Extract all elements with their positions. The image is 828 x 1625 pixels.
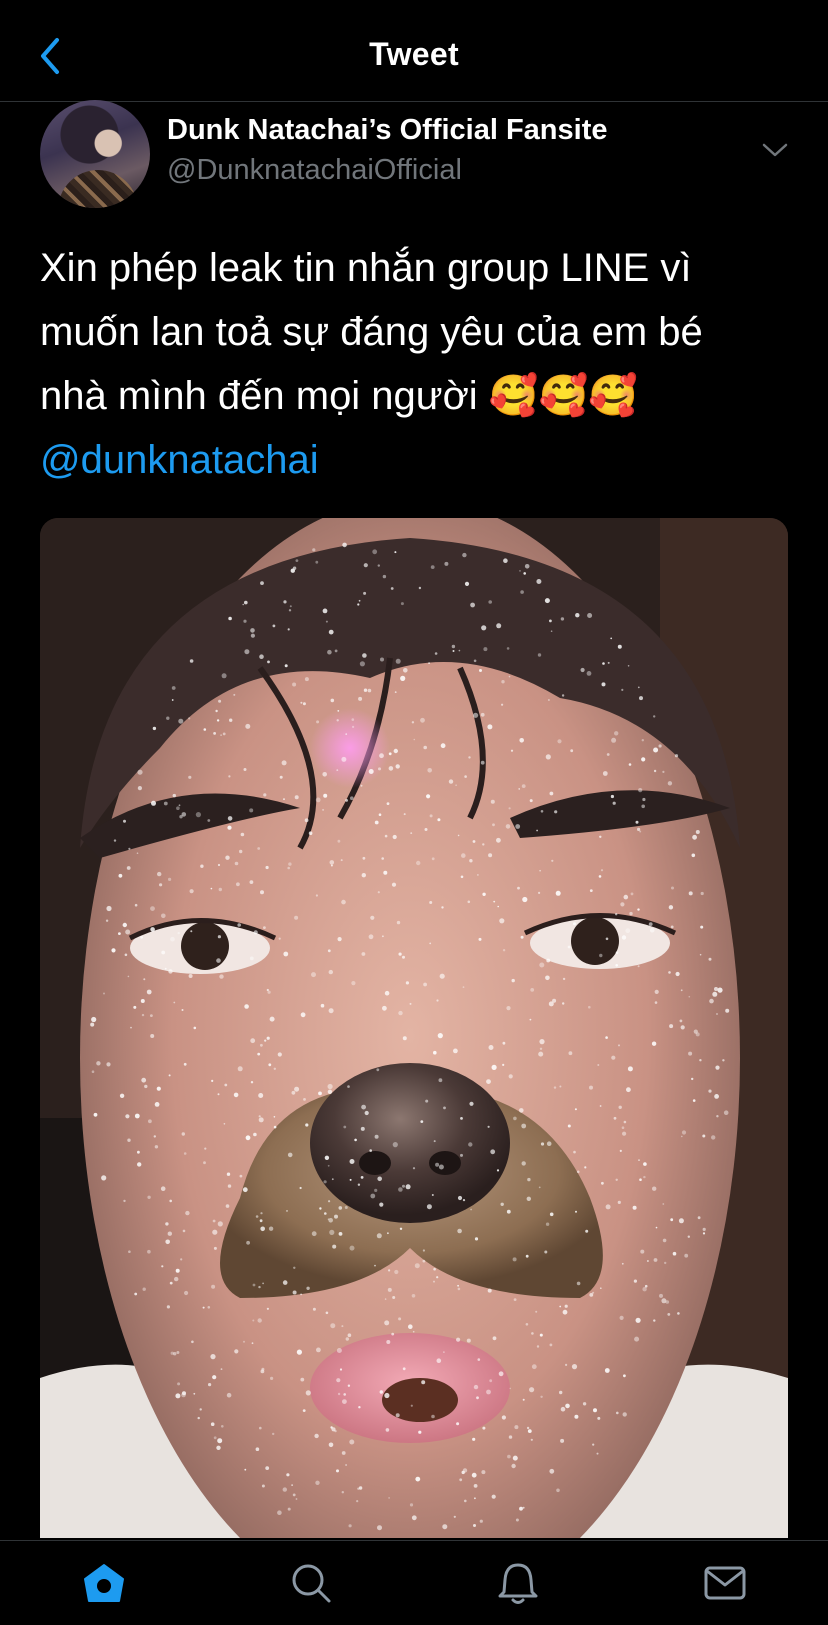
author-name[interactable]: Dunk Natachai’s Official Fansite: [167, 114, 608, 147]
tweet-text-line: muốn lan toả sự đáng yêu của em bé: [40, 310, 703, 354]
messages-icon: [704, 1566, 745, 1600]
page-title: Tweet: [369, 36, 459, 72]
tweet-text-line: Xin phép leak tin nhắn group LINE vì: [40, 246, 692, 290]
photo-content: [40, 518, 788, 1538]
tweet-text-line: nhà mình đến mọi người 🥰🥰🥰: [40, 374, 639, 418]
nav-search[interactable]: [271, 1548, 351, 1618]
more-options-button[interactable]: [760, 138, 790, 162]
home-icon: [83, 1564, 124, 1602]
nav-home[interactable]: [64, 1548, 144, 1618]
author-handle[interactable]: @DunknatachaiOfficial: [167, 154, 462, 187]
tweet-photo[interactable]: [40, 518, 788, 1538]
avatar[interactable]: [40, 100, 150, 208]
top-bar: Tweet: [0, 0, 828, 102]
bottom-navigation: [0, 1540, 828, 1625]
tweet-text: Xin phép leak tin nhắn group LINE vì muố…: [40, 236, 800, 492]
chevron-down-icon: [762, 143, 788, 157]
nav-messages[interactable]: [685, 1548, 765, 1618]
tweet-detail-screen: Tweet Dunk Natachai’s Official Fansite @…: [0, 0, 828, 1625]
search-icon: [292, 1564, 330, 1603]
notifications-icon: [498, 1563, 537, 1604]
nav-notifications[interactable]: [478, 1548, 558, 1618]
mention-link[interactable]: @dunknatachai: [40, 428, 800, 492]
